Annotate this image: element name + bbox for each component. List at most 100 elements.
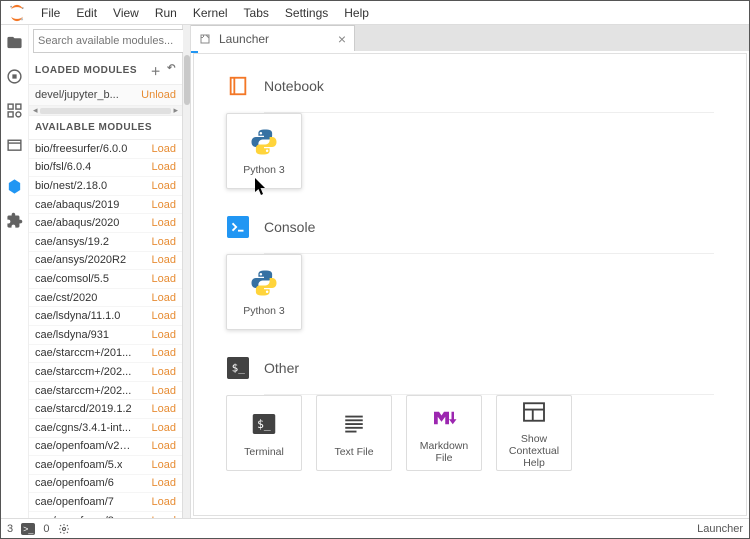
svg-text:$_: $_ xyxy=(232,362,246,375)
launcher-body: NotebookPython 3ConsolePython 3$_Other$_… xyxy=(193,53,747,516)
menu-kernel[interactable]: Kernel xyxy=(185,1,236,24)
markdown-icon xyxy=(428,402,460,434)
module-row: cae/openfoam/5.x Load xyxy=(29,456,182,475)
undo-icon[interactable]: ↶ xyxy=(167,63,176,78)
module-row: bio/fsl/6.0.4Load xyxy=(29,159,182,178)
horiz-scrollbar[interactable]: ◂▸ xyxy=(29,106,182,116)
module-name: cae/openfoam/5.x xyxy=(35,459,122,471)
python-icon xyxy=(248,126,280,158)
launcher-card[interactable]: Text File xyxy=(316,395,392,471)
load-link[interactable]: Load xyxy=(152,347,176,359)
section-title: LOADED MODULES xyxy=(35,65,137,76)
load-link[interactable]: Load xyxy=(152,496,176,508)
load-link[interactable]: Load xyxy=(152,180,176,192)
menu-run[interactable]: Run xyxy=(147,1,185,24)
module-name: cae/cst/2020 xyxy=(35,292,97,304)
folder-icon[interactable] xyxy=(6,33,24,51)
launcher-card[interactable]: Show Contextual Help xyxy=(496,395,572,471)
module-row: cae/lsdyna/931Load xyxy=(29,326,182,345)
module-name: cae/lsdyna/11.1.0 xyxy=(35,310,120,322)
card-label: Python 3 xyxy=(243,164,284,176)
module-row: cae/starccm+/202... Load xyxy=(29,363,182,382)
module-name: cae/abaqus/2019 xyxy=(35,199,119,211)
launcher-section-console: Console Python 3 xyxy=(226,215,714,330)
tabs-icon[interactable] xyxy=(6,135,24,153)
menu-help[interactable]: Help xyxy=(336,1,377,24)
add-icon[interactable]: ＋ xyxy=(151,63,162,78)
section-title: Other xyxy=(264,360,299,376)
console-section-icon xyxy=(226,215,250,239)
loaded-modules-header: LOADED MODULES ＋ ↶ xyxy=(29,57,182,85)
module-row: cae/abaqus/2019 Load xyxy=(29,196,182,215)
module-name: cae/cgns/3.4.1-int... xyxy=(35,422,131,434)
load-link[interactable]: Load xyxy=(152,329,176,341)
load-link[interactable]: Load xyxy=(152,366,176,378)
available-modules-list: bio/freesurfer/6.0.0Loadbio/fsl/6.0.4Loa… xyxy=(29,140,182,518)
module-row: cae/openfoam/v20...Load xyxy=(29,438,182,457)
tab-launcher[interactable]: Launcher × xyxy=(191,25,355,51)
module-name: cae/starccm+/202... xyxy=(35,385,131,397)
status-mid-num: 0 xyxy=(43,523,49,535)
load-link[interactable]: Load xyxy=(152,422,176,434)
menu-edit[interactable]: Edit xyxy=(68,1,105,24)
load-link[interactable]: Load xyxy=(152,310,176,322)
card-label: Terminal xyxy=(244,446,284,458)
launcher-card[interactable]: Python 3 xyxy=(226,113,302,189)
terminal-status-icon[interactable]: >_ xyxy=(21,523,35,535)
card-label: Text File xyxy=(334,446,373,458)
status-right: Launcher xyxy=(697,523,743,535)
load-link[interactable]: Load xyxy=(152,217,176,229)
load-link[interactable]: Load xyxy=(152,477,176,489)
extension-icon[interactable] xyxy=(6,211,24,229)
available-modules-header: AVAILABLE MODULES xyxy=(29,116,182,140)
module-row: cae/starccm+/201... Load xyxy=(29,345,182,364)
load-link[interactable]: Load xyxy=(152,273,176,285)
load-link[interactable]: Load xyxy=(152,440,176,452)
launcher-tab-icon xyxy=(199,33,211,45)
settings-status-icon[interactable] xyxy=(58,523,70,535)
running-icon[interactable] xyxy=(6,67,24,85)
load-link[interactable]: Load xyxy=(152,403,176,415)
terminal-icon: $_ xyxy=(248,408,280,440)
status-bar: 3 >_ 0 Launcher xyxy=(1,518,749,538)
search-input[interactable] xyxy=(33,29,185,53)
load-link[interactable]: Load xyxy=(152,385,176,397)
unload-link[interactable]: Unload xyxy=(141,89,176,101)
module-name: cae/starcd/2019.1.2 xyxy=(35,403,132,415)
loaded-module-row: devel/jupyter_b... Unload xyxy=(29,85,182,106)
main-area: Launcher × NotebookPython 3ConsolePython… xyxy=(191,25,749,518)
module-row: cae/starcd/2019.1.2 Load xyxy=(29,400,182,419)
card-label: Show Contextual Help xyxy=(501,433,567,469)
load-link[interactable]: Load xyxy=(152,161,176,173)
load-link[interactable]: Load xyxy=(152,236,176,248)
sidebar: LOADED MODULES ＋ ↶ devel/jupyter_b... Unl… xyxy=(29,25,183,518)
sidebar-scrollbar[interactable] xyxy=(183,25,191,518)
module-row: cae/lsdyna/11.1.0 Load xyxy=(29,307,182,326)
close-icon[interactable]: × xyxy=(338,31,346,47)
launcher-card[interactable]: $_ Terminal xyxy=(226,395,302,471)
menu-tabs[interactable]: Tabs xyxy=(236,1,277,24)
module-row: bio/freesurfer/6.0.0 Load xyxy=(29,140,182,159)
jupyter-logo xyxy=(7,3,27,23)
module-name: devel/jupyter_b... xyxy=(35,89,119,101)
tab-bar: Launcher × xyxy=(191,25,749,51)
other-section-icon: $_ xyxy=(226,356,250,380)
launcher-card[interactable]: Python 3 xyxy=(226,254,302,330)
menu-settings[interactable]: Settings xyxy=(277,1,336,24)
menu-file[interactable]: File xyxy=(33,1,68,24)
menu-view[interactable]: View xyxy=(105,1,147,24)
load-link[interactable]: Load xyxy=(152,143,176,155)
launcher-card[interactable]: Markdown File xyxy=(406,395,482,471)
module-name: cae/abaqus/2020 xyxy=(35,217,119,229)
load-link[interactable]: Load xyxy=(152,254,176,266)
module-name: cae/starccm+/201... xyxy=(35,347,131,359)
module-name: cae/starccm+/202... xyxy=(35,366,131,378)
load-link[interactable]: Load xyxy=(152,199,176,211)
module-name: bio/freesurfer/6.0.0 xyxy=(35,143,127,155)
hexagon-icon[interactable] xyxy=(6,177,24,195)
load-link[interactable]: Load xyxy=(152,292,176,304)
section-title: Console xyxy=(264,219,315,235)
commands-icon[interactable] xyxy=(6,101,24,119)
load-link[interactable]: Load xyxy=(152,459,176,471)
module-name: bio/nest/2.18.0 xyxy=(35,180,107,192)
